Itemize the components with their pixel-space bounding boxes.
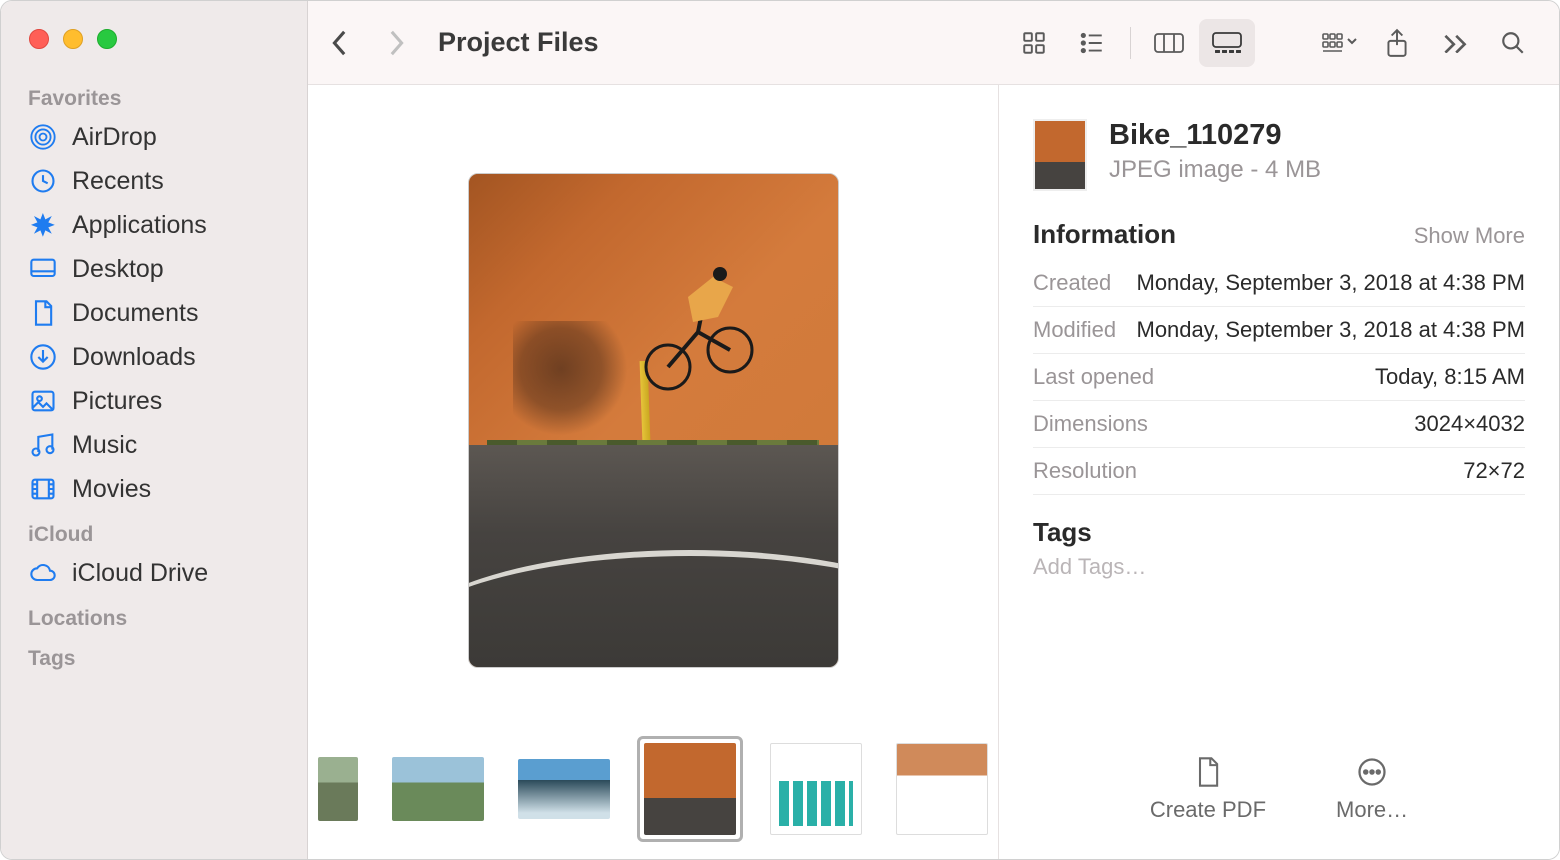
sidebar-item-label: Downloads [72, 343, 196, 372]
info-label: Modified [1033, 317, 1116, 343]
sidebar-item-desktop[interactable]: Desktop [1, 247, 307, 291]
file-name: Bike_110279 [1109, 119, 1321, 152]
info-row-modified: Modified Monday, September 3, 2018 at 4:… [1033, 307, 1525, 354]
list-view-button[interactable] [1064, 19, 1120, 67]
info-row-resolution: Resolution 72×72 [1033, 448, 1525, 495]
music-icon [28, 430, 58, 460]
documents-icon [28, 298, 58, 328]
sidebar-item-label: Documents [72, 299, 198, 328]
info-label: Resolution [1033, 458, 1137, 484]
more-toolbar-button[interactable] [1427, 19, 1483, 67]
file-subtitle: JPEG image - 4 MB [1109, 156, 1321, 184]
applications-icon [28, 210, 58, 240]
action-label: Create PDF [1150, 797, 1266, 823]
sidebar-item-music[interactable]: Music [1, 423, 307, 467]
thumbnail-item[interactable] [770, 743, 862, 835]
thumbnail-item[interactable] [318, 757, 358, 821]
back-button[interactable] [316, 19, 364, 67]
group-by-button[interactable] [1311, 19, 1367, 67]
sidebar-item-applications[interactable]: Applications [1, 203, 307, 247]
sidebar-section-locations-header: Locations [1, 595, 307, 635]
action-label: More… [1336, 797, 1408, 823]
info-label: Created [1033, 270, 1111, 296]
info-value: 72×72 [1463, 458, 1525, 484]
downloads-icon [28, 342, 58, 372]
thumbnail-strip [308, 725, 998, 859]
create-pdf-button[interactable]: Create PDF [1150, 755, 1266, 823]
sidebar-section-tags-header: Tags [1, 635, 307, 675]
sidebar: Favorites AirDrop Recents Applications D… [1, 1, 308, 859]
sidebar-item-label: AirDrop [72, 123, 157, 152]
close-window-button[interactable] [29, 29, 49, 49]
column-view-button[interactable] [1141, 19, 1197, 67]
gallery-view-button[interactable] [1199, 19, 1255, 67]
tags-section-title: Tags [1033, 517, 1525, 548]
sidebar-item-movies[interactable]: Movies [1, 467, 307, 511]
window-title: Project Files [438, 27, 599, 58]
content-area: Bike_110279 JPEG image - 4 MB Informatio… [308, 85, 1559, 859]
info-row-last-opened: Last opened Today, 8:15 AM [1033, 354, 1525, 401]
sidebar-section-icloud-header: iCloud [1, 511, 307, 551]
more-actions-button[interactable]: More… [1336, 755, 1408, 823]
main-area: Project Files [308, 1, 1559, 859]
zoom-window-button[interactable] [97, 29, 117, 49]
sidebar-item-label: Pictures [72, 387, 162, 416]
info-row-created: Created Monday, September 3, 2018 at 4:3… [1033, 260, 1525, 307]
icon-view-button[interactable] [1006, 19, 1062, 67]
recents-icon [28, 166, 58, 196]
information-title: Information [1033, 219, 1176, 250]
desktop-icon [28, 254, 58, 284]
quick-actions: Create PDF More… [1033, 727, 1525, 859]
thumbnail-item-selected[interactable] [644, 743, 736, 835]
window-controls [1, 19, 307, 75]
pictures-icon [28, 386, 58, 416]
sidebar-item-recents[interactable]: Recents [1, 159, 307, 203]
minimize-window-button[interactable] [63, 29, 83, 49]
preview-main [308, 85, 998, 725]
sidebar-item-downloads[interactable]: Downloads [1, 335, 307, 379]
toolbar-right-group [1311, 19, 1541, 67]
preview-area [308, 85, 999, 859]
sidebar-item-label: Recents [72, 167, 164, 196]
share-button[interactable] [1369, 19, 1425, 67]
sidebar-item-label: Movies [72, 475, 151, 504]
toolbar: Project Files [308, 1, 1559, 85]
cloud-icon [28, 558, 58, 588]
info-label: Last opened [1033, 364, 1154, 390]
sidebar-item-label: Desktop [72, 255, 164, 284]
forward-button[interactable] [372, 19, 420, 67]
info-value: Monday, September 3, 2018 at 4:38 PM [1137, 317, 1526, 343]
file-header: Bike_110279 JPEG image - 4 MB [1033, 119, 1525, 191]
sidebar-item-pictures[interactable]: Pictures [1, 379, 307, 423]
ellipsis-circle-icon [1355, 755, 1389, 789]
airdrop-icon [28, 122, 58, 152]
show-more-button[interactable]: Show More [1414, 223, 1525, 249]
view-mode-group [1006, 19, 1255, 67]
info-value: Today, 8:15 AM [1375, 364, 1525, 390]
sidebar-section-favorites-header: Favorites [1, 75, 307, 115]
toolbar-divider [1130, 27, 1131, 59]
info-label: Dimensions [1033, 411, 1148, 437]
sidebar-item-icloud-drive[interactable]: iCloud Drive [1, 551, 307, 595]
finder-window: Favorites AirDrop Recents Applications D… [0, 0, 1560, 860]
thumbnail-item[interactable] [392, 757, 484, 821]
sidebar-item-label: Music [72, 431, 137, 460]
sidebar-item-label: iCloud Drive [72, 559, 208, 588]
info-row-dimensions: Dimensions 3024×4032 [1033, 401, 1525, 448]
info-value: 3024×4032 [1414, 411, 1525, 437]
sidebar-item-label: Applications [72, 211, 207, 240]
preview-image[interactable] [468, 173, 839, 668]
search-button[interactable] [1485, 19, 1541, 67]
information-section-header: Information Show More [1033, 219, 1525, 250]
thumbnail-item[interactable] [518, 759, 610, 819]
file-thumbnail [1033, 119, 1087, 191]
document-icon [1191, 755, 1225, 789]
movies-icon [28, 474, 58, 504]
info-panel: Bike_110279 JPEG image - 4 MB Informatio… [999, 85, 1559, 859]
tags-input[interactable]: Add Tags… [1033, 554, 1525, 580]
sidebar-item-airdrop[interactable]: AirDrop [1, 115, 307, 159]
info-value: Monday, September 3, 2018 at 4:38 PM [1137, 270, 1526, 296]
sidebar-item-documents[interactable]: Documents [1, 291, 307, 335]
thumbnail-item[interactable] [896, 743, 988, 835]
